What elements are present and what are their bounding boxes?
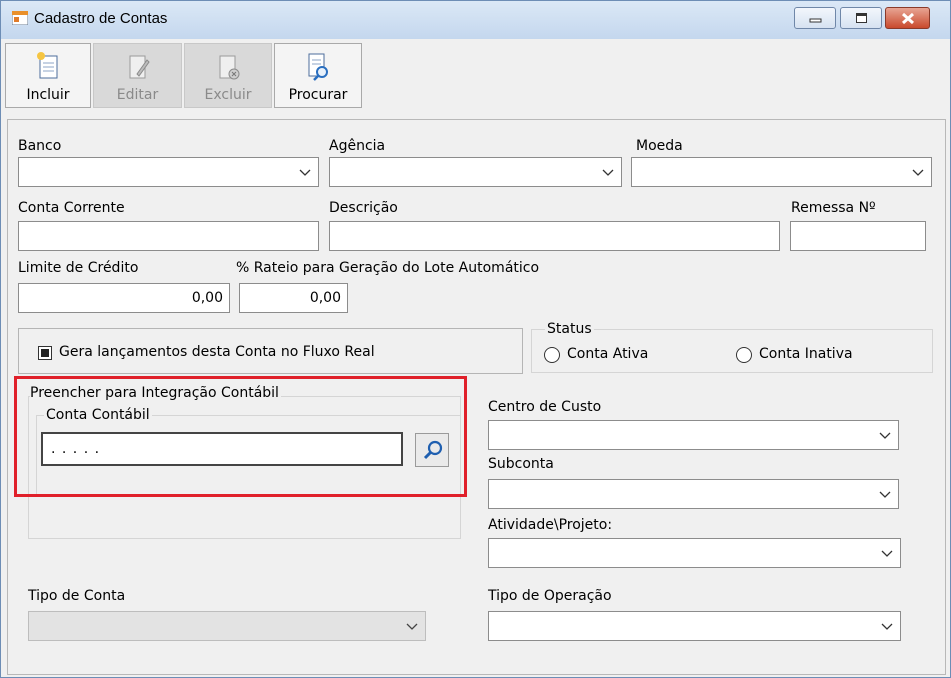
descricao-label: Descrição [329,200,398,216]
remessa-label: Remessa Nº [791,200,876,216]
limite-input[interactable]: 0,00 [18,283,230,313]
close-button[interactable] [885,7,930,29]
conta-inativa-radio[interactable] [736,347,752,363]
descricao-input[interactable] [329,221,780,251]
chevron-down-icon [912,169,924,176]
rateio-label: % Rateio para Geração do Lote Automático [236,260,540,276]
edit-document-icon [129,55,150,79]
banco-select[interactable] [18,157,319,187]
atividade-label: Atividade\Projeto: [488,517,613,533]
subconta-label: Subconta [488,456,554,472]
conta-inativa-label: Conta Inativa [759,346,853,362]
conta-ativa-label: Conta Ativa [567,346,649,362]
chevron-down-icon [881,550,893,557]
rateio-value: 0,00 [309,290,341,306]
moeda-label: Moeda [636,138,683,154]
chevron-down-icon [879,491,891,498]
chevron-down-icon [879,432,891,439]
minimize-button[interactable] [794,7,836,29]
limite-label: Limite de Crédito [18,260,139,276]
delete-document-icon [219,55,240,80]
maximize-button[interactable] [840,7,882,29]
procurar-button[interactable]: Procurar [274,43,362,108]
conta-corrente-label: Conta Corrente [18,200,125,216]
conta-corrente-input[interactable] [18,221,319,251]
window-title: Cadastro de Contas [34,10,168,27]
excluir-button[interactable]: Excluir [184,43,272,108]
chevron-down-icon [299,169,311,176]
new-document-icon [37,52,58,79]
procurar-label: Procurar [288,87,348,103]
agencia-label: Agência [329,138,386,154]
tipo-conta-label: Tipo de Conta [28,588,126,604]
banco-label: Banco [18,138,62,154]
incluir-label: Incluir [26,87,70,103]
excluir-label: Excluir [204,87,252,103]
centro-custo-label: Centro de Custo [488,399,602,415]
chevron-down-icon [881,623,893,630]
minimize-icon [809,18,822,23]
highlight-box [14,376,467,497]
tipo-operacao-label: Tipo de Operação [488,588,612,604]
subconta-select[interactable] [488,479,899,509]
search-document-icon [308,53,328,81]
title-bar[interactable]: Cadastro de Contas [1,1,950,39]
close-icon [901,12,915,25]
atividade-select[interactable] [488,538,901,568]
app-icon [12,11,28,25]
moeda-select[interactable] [631,157,932,187]
editar-button[interactable]: Editar [93,43,182,108]
maximize-icon [856,13,867,23]
window: Cadastro de Contas Incluir Editar Exclui… [0,0,951,678]
incluir-button[interactable]: Incluir [5,43,91,108]
limite-value: 0,00 [191,290,223,306]
editar-label: Editar [116,87,159,103]
fluxo-checkbox[interactable] [38,346,52,360]
tipo-operacao-select[interactable] [488,611,901,641]
chevron-down-icon [406,623,418,630]
chevron-down-icon [602,169,614,176]
fluxo-checkbox-label: Gera lançamentos desta Conta no Fluxo Re… [59,344,375,360]
remessa-input[interactable] [790,221,926,251]
tipo-conta-select[interactable] [28,611,426,641]
conta-ativa-radio[interactable] [544,347,560,363]
agencia-select[interactable] [329,157,622,187]
centro-custo-select[interactable] [488,420,899,450]
status-title: Status [545,321,594,337]
rateio-input[interactable]: 0,00 [239,283,348,313]
